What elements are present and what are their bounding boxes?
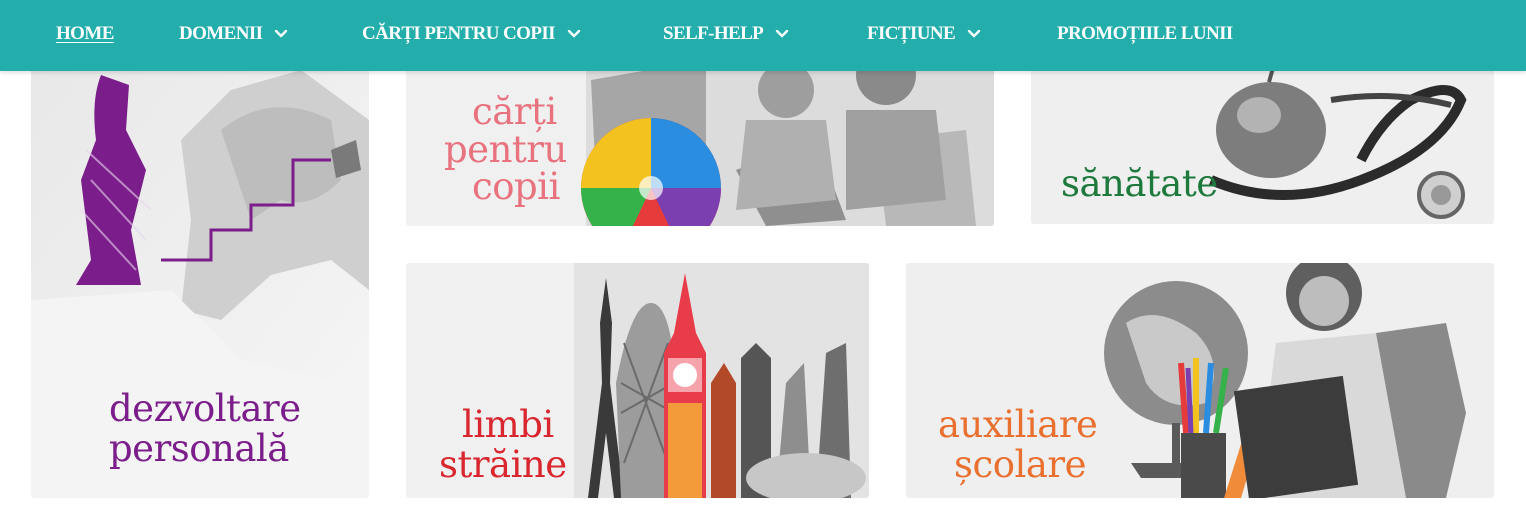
category-tile-sanatate[interactable]: sănătate <box>1031 60 1494 224</box>
nav-promotii-link[interactable]: PROMOȚIILE LUNII <box>1057 0 1233 67</box>
chevron-down-icon <box>565 25 583 43</box>
tile-auxiliare-line1: auxiliare <box>938 403 1098 446</box>
category-tile-dezvoltare-personala[interactable]: dezvoltare personală <box>31 60 369 498</box>
category-tile-auxiliare-scolare[interactable]: auxiliare școlare <box>906 263 1494 498</box>
nav-carti-copii-label: CĂRȚI PENTRU COPII <box>362 22 556 44</box>
nav-fictiune-menu[interactable]: FICȚIUNE <box>867 0 983 67</box>
tile-auxiliare-line2: școlare <box>954 443 1086 486</box>
tile-copii-line2: pentru <box>444 128 567 171</box>
nav-self-help-menu[interactable]: SELF-HELP <box>663 0 791 67</box>
chevron-down-icon <box>965 25 983 43</box>
nav-domenii-menu[interactable]: DOMENII <box>179 0 290 67</box>
nav-domenii-label: DOMENII <box>179 22 263 44</box>
nav-home-label: HOME <box>56 22 114 44</box>
tile-dezvoltare-line2: personală <box>109 427 289 470</box>
nav-carti-copii-menu[interactable]: CĂRȚI PENTRU COPII <box>362 0 583 67</box>
nav-self-help-label: SELF-HELP <box>663 22 764 44</box>
chevron-down-icon <box>272 25 290 43</box>
nav-home-link[interactable]: HOME <box>56 0 114 67</box>
category-tile-limbi-straine[interactable]: limbi străine <box>406 263 869 498</box>
nav-fictiune-label: FICȚIUNE <box>867 22 956 44</box>
main-navbar: HOME DOMENII CĂRȚI PENTRU COPII SELF-HEL… <box>0 0 1526 71</box>
chevron-down-icon <box>773 25 791 43</box>
nav-promotii-label: PROMOȚIILE LUNII <box>1057 22 1233 44</box>
category-tile-carti-pentru-copii[interactable]: cărți pentru copii <box>406 60 994 226</box>
tile-limbi-line2: străine <box>439 443 567 486</box>
tile-sanatate-line1: sănătate <box>1061 162 1218 205</box>
tile-copii-line3: copii <box>472 165 560 208</box>
tile-limbi-line1: limbi <box>462 403 554 446</box>
tile-copii-line1: cărți <box>472 90 557 133</box>
tile-dezvoltare-line1: dezvoltare <box>109 387 301 430</box>
